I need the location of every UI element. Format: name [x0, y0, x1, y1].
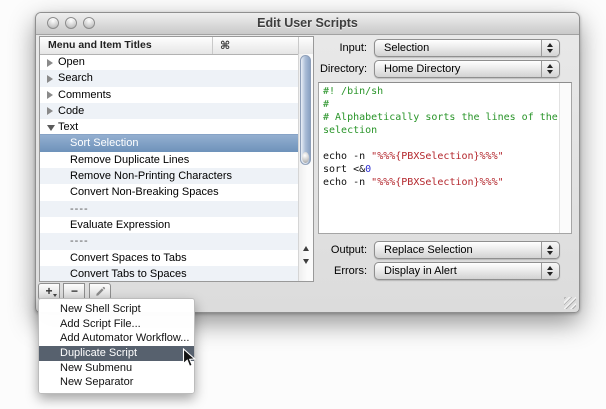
menu-item-add-automator-workflow[interactable]: Add Automator Workflow... — [39, 331, 194, 346]
menu-item-new-submenu[interactable]: New Submenu — [39, 361, 194, 376]
code-token-comment: #! /bin/sh — [323, 86, 383, 97]
row-label: Sort Selection — [70, 137, 138, 149]
row-label: Remove Non-Printing Characters — [70, 170, 232, 182]
row-label: Code — [58, 105, 84, 117]
popup-stepper-icon — [541, 61, 559, 77]
edit-user-scripts-window: Edit User Scripts Menu and Item Titles ⌘… — [35, 12, 580, 313]
errors-popup[interactable]: Display in Alert — [374, 262, 560, 280]
code-line: # Alphabetically sorts the lines of the — [323, 111, 557, 124]
code-token-number: 0 — [365, 164, 371, 175]
script-editor[interactable]: #! /bin/sh # # Alphabetically sorts the li… — [318, 82, 572, 234]
menu-item-add-script-file[interactable]: Add Script File... — [39, 317, 194, 332]
list-group-row[interactable]: Search — [40, 70, 298, 86]
row-label: Convert Non-Breaking Spaces — [70, 186, 219, 198]
code-line: #! /bin/sh — [323, 85, 557, 98]
row-label: Convert Tabs to Spaces — [70, 268, 187, 280]
plus-icon: + — [45, 284, 52, 298]
menu-item-new-separator[interactable]: New Separator — [39, 375, 194, 390]
column-header-shortcut[interactable]: ⌘ — [220, 39, 230, 52]
popup-stepper-icon — [541, 263, 559, 279]
list-separator-row[interactable]: ---- — [40, 233, 298, 249]
disclosure-closed-icon[interactable] — [47, 59, 53, 67]
list-item-row[interactable]: Sort Selection — [40, 134, 298, 151]
code-line: sort <&0 — [323, 163, 557, 176]
disclosure-closed-icon[interactable] — [47, 91, 53, 99]
list-group-row[interactable]: Open — [40, 54, 298, 70]
column-header-titles[interactable]: Menu and Item Titles — [48, 39, 152, 51]
code-line: # — [323, 98, 557, 111]
list-item-row[interactable]: Evaluate Expression — [40, 217, 298, 233]
output-label: Output: — [287, 244, 367, 256]
arrow-cursor-icon — [182, 348, 197, 374]
row-label: Remove Duplicate Lines — [70, 154, 189, 166]
popup-stepper-icon — [541, 40, 559, 56]
menu-triangle-icon — [53, 294, 57, 297]
window-title: Edit User Scripts — [36, 16, 579, 30]
code-token-comment: # Alphabetically sorts the lines of the — [323, 112, 558, 123]
resize-grip-icon[interactable] — [564, 297, 576, 309]
input-label: Input: — [287, 42, 367, 54]
list-header[interactable]: Menu and Item Titles ⌘ — [40, 37, 313, 55]
add-script-context-menu: New Shell ScriptAdd Script File...Add Au… — [38, 298, 195, 394]
row-label: ---- — [70, 203, 89, 215]
code-line — [323, 137, 557, 150]
output-popup-value: Replace Selection — [384, 244, 473, 256]
row-label: Comments — [58, 89, 111, 101]
row-label: Open — [58, 56, 85, 68]
input-popup[interactable]: Selection — [374, 39, 560, 57]
directory-popup[interactable]: Home Directory — [374, 60, 560, 78]
errors-label: Errors: — [287, 265, 367, 277]
menu-item-new-shell-script[interactable]: New Shell Script — [39, 302, 194, 317]
editor-lines: #! /bin/sh # # Alphabetically sorts the li… — [323, 85, 557, 189]
code-line: selection — [323, 124, 557, 137]
row-label: Evaluate Expression — [70, 219, 170, 231]
titlebar[interactable]: Edit User Scripts — [36, 13, 579, 35]
code-line: echo -n "%%%{PBXSelection}%%%" — [323, 150, 557, 163]
list-item-row[interactable]: Convert Non-Breaking Spaces — [40, 184, 298, 200]
menu-item-duplicate-script[interactable]: Duplicate Script — [39, 346, 194, 361]
script-list-rows: Open Search Comments Code Text Sort Selection… — [40, 54, 298, 281]
code-token-plain: sort <& — [323, 164, 365, 175]
script-list: Menu and Item Titles ⌘ Open Search Comment… — [39, 36, 314, 282]
row-label: Text — [58, 121, 78, 133]
list-separator-row[interactable]: ---- — [40, 201, 298, 217]
list-item-row[interactable]: Remove Non-Printing Characters — [40, 168, 298, 184]
code-token-string: "%%%{PBXSelection}%%%" — [371, 177, 503, 188]
row-label: Convert Spaces to Tabs — [70, 252, 187, 264]
code-token-plain: echo -n — [323, 151, 371, 162]
code-token-comment: selection — [323, 125, 377, 136]
popup-stepper-icon — [541, 242, 559, 258]
code-line: echo -n "%%%{PBXSelection}%%%" — [323, 176, 557, 189]
row-label: Search — [58, 72, 93, 84]
disclosure-closed-icon[interactable] — [47, 107, 53, 115]
disclosure-open-icon[interactable] — [47, 125, 55, 131]
list-group-row[interactable]: Comments — [40, 87, 298, 103]
code-token-comment: # — [323, 99, 329, 110]
column-divider[interactable] — [212, 37, 213, 54]
list-group-row[interactable]: Text — [40, 119, 298, 135]
minus-icon: − — [71, 284, 78, 298]
output-popup[interactable]: Replace Selection — [374, 241, 560, 259]
list-item-row[interactable]: Convert Tabs to Spaces — [40, 266, 298, 281]
list-item-row[interactable]: Remove Duplicate Lines — [40, 152, 298, 168]
editor-scrollbar[interactable] — [559, 83, 571, 233]
code-token-plain: echo -n — [323, 177, 371, 188]
list-group-row[interactable]: Code — [40, 103, 298, 119]
directory-label: Directory: — [287, 63, 367, 75]
code-token-string: "%%%{PBXSelection}%%%" — [371, 151, 503, 162]
splitter-handle-icon[interactable] — [302, 152, 309, 163]
pencil-icon — [94, 286, 106, 298]
input-popup-value: Selection — [384, 42, 429, 54]
list-item-row[interactable]: Convert Spaces to Tabs — [40, 250, 298, 266]
row-label: ---- — [70, 235, 89, 247]
disclosure-closed-icon[interactable] — [47, 75, 53, 83]
directory-popup-value: Home Directory — [384, 63, 460, 75]
errors-popup-value: Display in Alert — [384, 265, 457, 277]
